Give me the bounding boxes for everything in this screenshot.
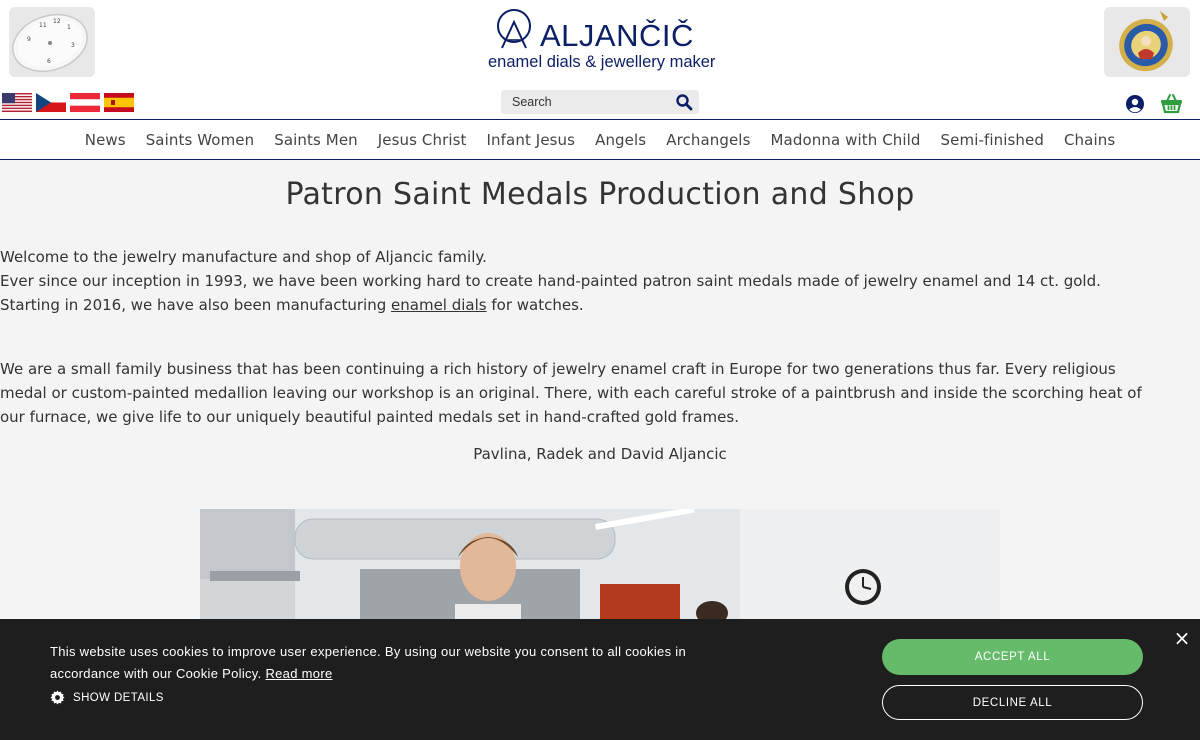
show-details-label: SHOW DETAILS (73, 691, 164, 704)
about-line: our furnace, we give life to our uniquel… (0, 408, 739, 426)
svg-text:9: 9 (27, 36, 31, 43)
search-input[interactable] (501, 90, 669, 114)
about-line: We are a small family business that has … (0, 360, 1116, 378)
watch-dial-icon: 11 12 1 9 3 6 (12, 14, 88, 72)
medal-thumbnail[interactable] (1104, 7, 1190, 77)
search-box (501, 90, 699, 114)
nav-saints-men[interactable]: Saints Men (264, 131, 368, 149)
about-line: medal or custom-painted medallion leavin… (0, 384, 1142, 402)
nav-news[interactable]: News (75, 131, 136, 149)
nav-semi-finished[interactable]: Semi-finished (931, 131, 1054, 149)
flag-usa-icon[interactable] (2, 93, 32, 112)
accept-all-button[interactable]: ACCEPT ALL (882, 639, 1143, 675)
nav-madonna-with-child[interactable]: Madonna with Child (761, 131, 931, 149)
gear-icon (50, 690, 65, 705)
nav-infant-jesus[interactable]: Infant Jesus (477, 131, 586, 149)
svg-text:6: 6 (47, 58, 51, 65)
flag-czech-icon[interactable] (36, 93, 66, 112)
signature: Pavlina, Radek and David Aljancic (473, 445, 727, 463)
nav-angels[interactable]: Angels (585, 131, 656, 149)
intro-line: Welcome to the jewelry manufacture and s… (0, 248, 487, 266)
cookie-text-line: accordance with our Cookie Policy. (50, 666, 266, 681)
brand-name: ALJANČIČ (540, 18, 694, 53)
brand-tagline: enamel dials & jewellery maker (488, 53, 716, 71)
search-icon (676, 94, 693, 111)
flag-spain-icon[interactable] (104, 93, 134, 112)
enamel-dial-thumbnail[interactable]: 11 12 1 9 3 6 (9, 7, 95, 77)
nav-jesus-christ[interactable]: Jesus Christ (368, 131, 477, 149)
nav-saints-women[interactable]: Saints Women (136, 131, 265, 149)
cookie-banner: This website uses cookies to improve use… (0, 619, 1200, 740)
account-button[interactable] (1125, 94, 1145, 114)
svg-text:11: 11 (39, 22, 47, 29)
cookie-message: This website uses cookies to improve use… (50, 641, 750, 685)
brand-logo[interactable]: ALJANČIČ enamel dials & jewellery maker (484, 8, 716, 74)
workshop-photo (200, 509, 1000, 629)
main-navigation: News Saints Women Saints Men Jesus Chris… (0, 120, 1200, 160)
user-circle-icon (1126, 95, 1144, 113)
search-button[interactable] (675, 93, 693, 111)
nav-archangels[interactable]: Archangels (656, 131, 760, 149)
logo-mark-icon (497, 9, 531, 49)
about-paragraph: We are a small family business that has … (0, 357, 1200, 429)
show-details-toggle[interactable]: SHOW DETAILS (50, 690, 164, 705)
intro-text: Starting in 2016, we have also been manu… (0, 296, 392, 314)
cookie-text-line: This website uses cookies to improve use… (50, 644, 687, 659)
intro-line: Starting in 2016, we have also been manu… (0, 293, 1200, 317)
nav-chains[interactable]: Chains (1054, 131, 1125, 149)
medal-icon (1119, 11, 1173, 72)
page-title: Patron Saint Medals Production and Shop (285, 177, 915, 212)
intro-line: Ever since our inception in 1993, we hav… (0, 272, 1101, 290)
basket-icon (1161, 94, 1182, 114)
enamel-dials-link[interactable]: enamel dials (391, 296, 487, 314)
svg-text:1: 1 (67, 24, 71, 31)
svg-text:3: 3 (71, 42, 75, 49)
intro-paragraph: Welcome to the jewelry manufacture and s… (0, 245, 1200, 317)
main-content: Patron Saint Medals Production and Shop … (0, 160, 1200, 629)
close-icon[interactable]: × (1173, 628, 1191, 648)
cart-button[interactable] (1160, 93, 1183, 114)
header: 11 12 1 9 3 6 ALJANČIČ enamel dials & je… (0, 0, 1200, 120)
read-more-link[interactable]: Read more (265, 666, 332, 681)
decline-all-button[interactable]: DECLINE ALL (882, 685, 1143, 720)
svg-text:12: 12 (53, 18, 61, 25)
intro-text: for watches. (486, 296, 584, 314)
language-switcher (2, 93, 134, 112)
flag-austria-icon[interactable] (70, 93, 100, 112)
